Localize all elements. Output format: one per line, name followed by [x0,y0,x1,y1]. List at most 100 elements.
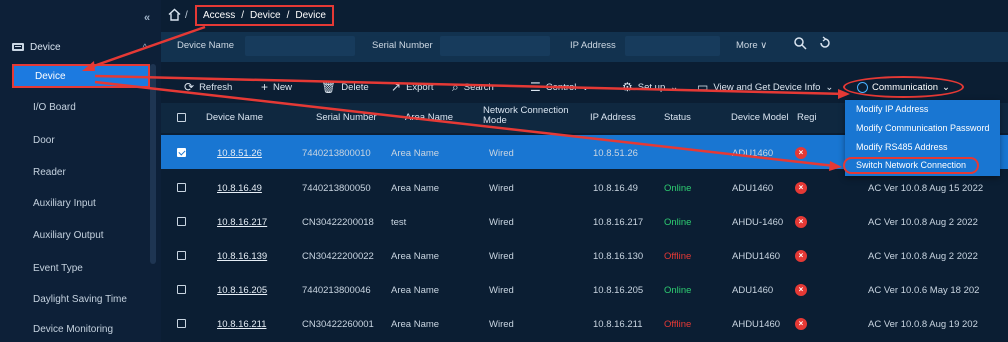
sidebar-item-daylight-saving-time[interactable]: Daylight Saving Time [0,287,150,311]
sidebar-item-device-monitoring[interactable]: Device Monitoring [0,317,150,341]
sidebar-group-device[interactable]: Device ^ [0,36,161,58]
status-badge: Offline [664,251,692,262]
switch-network-connection-menu-item[interactable]: Switch Network Connection [843,157,979,174]
column-header-ip-address[interactable]: IP Address [590,112,636,123]
device-name-link[interactable]: 10.8.16.211 [217,319,266,330]
view-device-info-button[interactable]: ▭ View and Get Device Info ⌄ [697,80,833,94]
view-device-info-label: View and Get Device Info [713,81,821,93]
chevron-down-icon: ⌄ [670,81,679,93]
device-icon [12,43,24,51]
serial-number-cell: CN30422200022 [302,251,374,262]
device-model-cell: AHDU1460 [732,319,781,330]
device-name-filter-input[interactable] [245,36,355,56]
delete-button[interactable]: 🗑 Delete [321,80,369,94]
column-header-status[interactable]: Status [664,112,691,123]
ip-address-filter-input[interactable] [625,36,720,56]
ip-address-cell: 10.8.16.49 [593,183,638,194]
column-header-registration[interactable]: Regi [797,112,817,123]
refresh-label: Refresh [199,81,233,93]
firmware-version-cell: AC Ver 10.0.8 Aug 19 202 [868,319,978,330]
column-header-device-model[interactable]: Device Model [731,112,789,123]
firmware-version-cell: AC Ver 10.0.8 Aug 15 2022 [868,183,984,194]
firmware-version-cell: AC Ver 10.0.8 Aug 2 2022 [868,217,978,228]
gear-icon: ⚙ [622,80,633,94]
export-label: Export [406,81,434,93]
select-all-checkbox[interactable] [177,113,186,122]
chevron-up-icon: ^ [142,42,147,52]
setup-menu-button[interactable]: ⚙ Set up ⌄ [622,80,678,94]
control-menu-button[interactable]: ☰ Control ⌄ [530,80,589,94]
device-name-link[interactable]: 10.8.16.49 [217,183,262,194]
home-icon[interactable] [168,8,181,21]
column-header-serial-number[interactable]: Serial Number [316,112,377,123]
device-name-link[interactable]: 10.8.51.26 [217,148,262,159]
sidebar-item-io-board[interactable]: I/O Board [0,95,150,119]
device-name-filter-label: Device Name [177,40,235,51]
sidebar-item-auxiliary-input[interactable]: Auxiliary Input [0,191,150,215]
serial-number-cell: CN30422200018 [302,217,374,228]
reset-icon[interactable] [818,36,832,50]
chevron-down-icon: ⌄ [825,81,834,93]
connection-mode-cell: Wired [489,251,514,262]
error-icon: × [795,147,807,159]
column-header-network-connection-mode[interactable]: Network Connection Mode [483,106,573,126]
row-checkbox[interactable] [177,217,186,226]
device-model-cell: ADU1460 [732,285,774,296]
sidebar-item-door[interactable]: Door [0,128,150,152]
connection-mode-cell: Wired [489,319,514,330]
row-checkbox[interactable] [177,251,186,260]
refresh-button[interactable]: ⟳ Refresh [184,80,232,94]
sidebar-item-label: Device Monitoring [33,323,114,335]
modify-rs485-address-menu-item[interactable]: Modify RS485 Address [856,142,948,152]
device-model-cell: AHDU1460 [732,251,781,262]
export-button[interactable]: ↗ Export [391,80,434,94]
breadcrumb-item-device-group[interactable]: Device [250,10,281,21]
device-name-link[interactable]: 10.8.16.217 [217,217,267,228]
breadcrumb-item-device: Device [295,10,326,21]
row-checkbox[interactable] [177,319,186,328]
breadcrumb-item-access[interactable]: Access [203,10,235,21]
sidebar-item-label: Door [33,134,55,146]
sidebar-item-reader[interactable]: Reader [0,160,150,184]
sidebar-item-label: Reader [33,166,66,178]
row-checkbox[interactable] [177,183,186,192]
area-name-cell: Area Name [391,148,440,159]
communication-label: Communication [872,81,939,93]
export-icon: ↗ [391,80,402,94]
device-name-link[interactable]: 10.8.16.139 [217,251,267,262]
modify-communication-password-menu-item[interactable]: Modify Communication Password [856,123,990,133]
modify-ip-address-menu-item[interactable]: Modify IP Address [856,104,928,114]
row-checkbox[interactable] [177,148,186,157]
search-button[interactable]: ⌕ Search [452,80,494,95]
sidebar-item-label: I/O Board [33,101,76,113]
new-button[interactable]: + New [261,80,292,94]
breadcrumb: Access / Device / Device [195,5,334,26]
ip-address-cell: 10.8.16.217 [593,217,644,228]
row-checkbox[interactable] [177,285,186,294]
sidebar-item-label: Daylight Saving Time [33,293,127,305]
serial-number-cell: 7440213800050 [302,183,371,194]
communication-menu-button[interactable]: Communication ⌄ [843,76,964,98]
serial-number-filter-input[interactable] [440,36,550,56]
serial-number-filter-label: Serial Number [372,40,433,51]
ip-address-cell: 10.8.51.26 [593,148,638,159]
device-name-link[interactable]: 10.8.16.205 [217,285,267,296]
sidebar-item-auxiliary-output[interactable]: Auxiliary Output [0,223,150,247]
error-icon: × [795,182,807,194]
sidebar-item-event-type[interactable]: Event Type [0,256,150,280]
search-icon[interactable] [793,36,807,50]
device-model-cell: ADU1460 [732,148,774,159]
control-icon: ☰ [530,80,541,94]
chevron-down-icon: ⌄ [942,81,950,93]
sidebar-item-label: Auxiliary Input [33,197,96,209]
device-model-cell: ADU1460 [732,183,774,194]
column-header-area-name[interactable]: Area Name [405,112,453,123]
sidebar-scrollbar[interactable] [150,64,156,264]
area-name-cell: Area Name [391,251,440,262]
more-filters-button[interactable]: More ∨ [736,40,767,51]
sidebar-item-device[interactable]: Device [12,64,150,88]
column-header-device-name[interactable]: Device Name [206,112,263,123]
collapse-sidebar-button[interactable]: « [144,12,150,24]
serial-number-cell: 7440213800046 [302,285,371,296]
connection-mode-cell: Wired [489,148,514,159]
